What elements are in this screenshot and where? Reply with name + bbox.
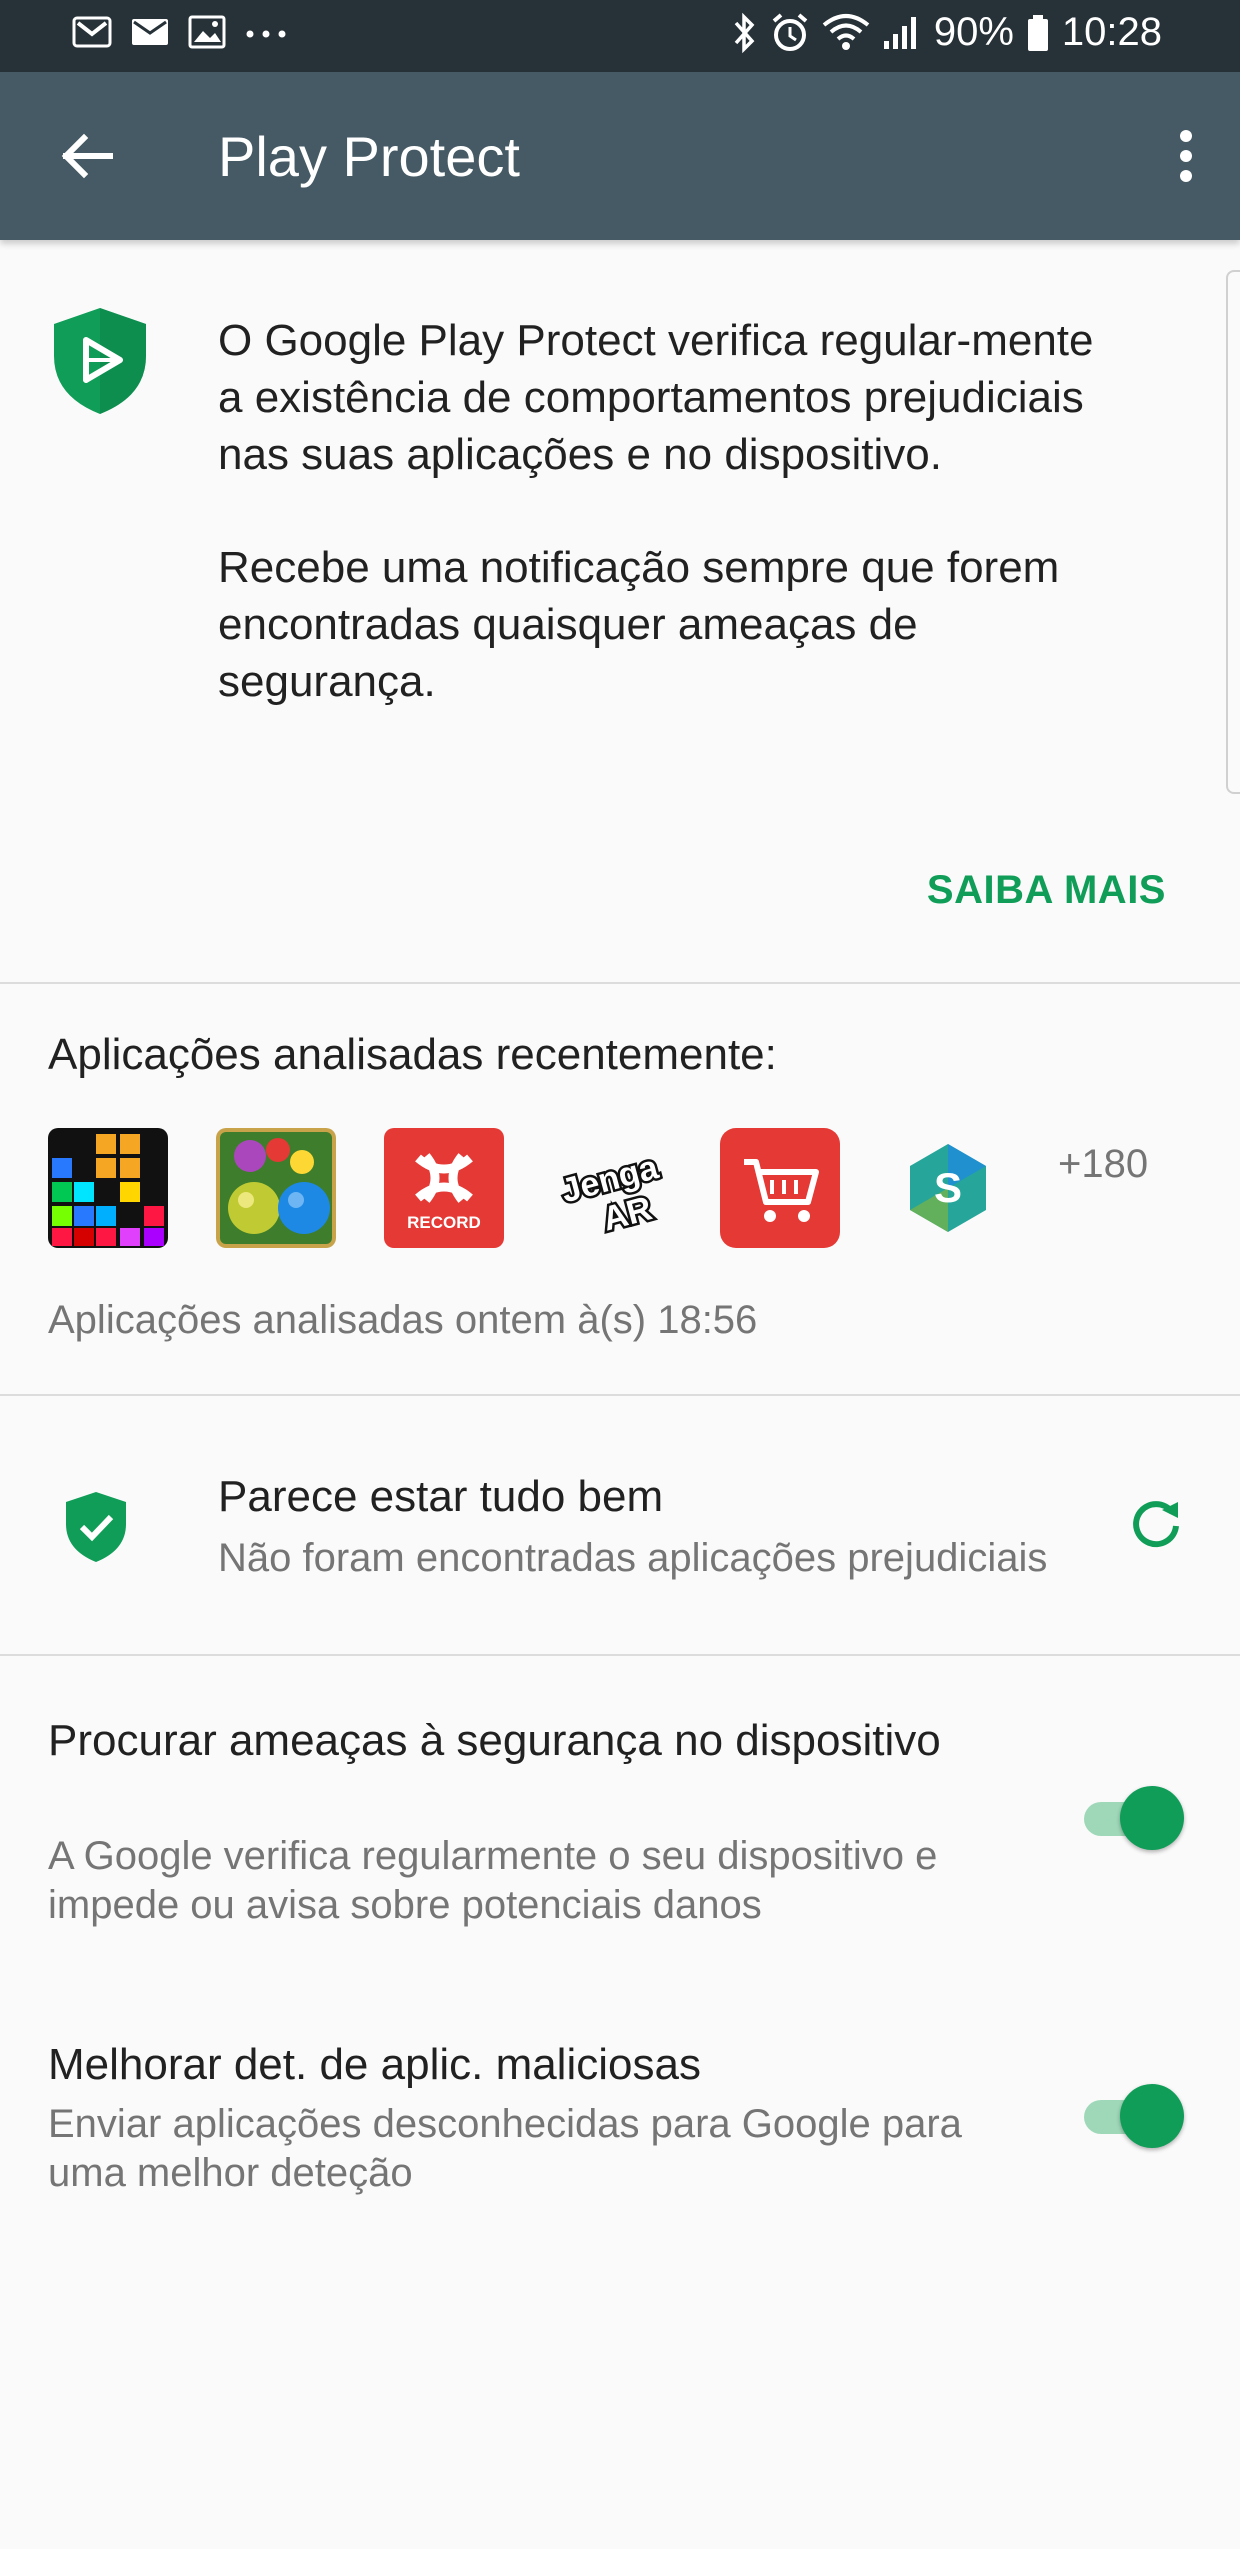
- record-app-label: RECORD: [407, 1213, 481, 1232]
- divider: [0, 1654, 1240, 1656]
- page-title: Play Protect: [218, 125, 520, 188]
- refresh-icon: [1133, 1501, 1179, 1548]
- s-app-label: S: [934, 1164, 962, 1211]
- intro-description: O Google Play Protect verifica regular-m…: [218, 312, 1098, 766]
- status-subtitle: Não foram encontradas aplicações prejudi…: [218, 1536, 1048, 1580]
- shield-check-icon: [62, 1490, 130, 1569]
- scan-device-toggle[interactable]: [1084, 1786, 1184, 1850]
- setting-improve-detection-title: Melhorar det. de aplic. maliciosas: [48, 2040, 701, 2089]
- alarm-icon: [770, 11, 810, 55]
- battery-percent: 90%: [933, 10, 1014, 54]
- app-bar: Play Protect: [0, 72, 1240, 240]
- gallery-icon: [188, 14, 226, 50]
- learn-more-button[interactable]: SAIBA MAIS: [927, 868, 1166, 913]
- s-hexagon-app-icon[interactable]: S: [888, 1128, 1008, 1248]
- intro-paragraph-2: Recebe uma notificação sempre que forem …: [218, 543, 1060, 706]
- shopping-cart-app-icon[interactable]: [720, 1128, 840, 1248]
- refresh-button[interactable]: [1126, 1494, 1186, 1554]
- recent-apps-heading: Aplicações analisadas recentemente:: [48, 1030, 777, 1079]
- more-vert-icon: [1180, 130, 1192, 182]
- wifi-icon: [822, 11, 870, 55]
- back-button[interactable]: [48, 116, 128, 196]
- marble-game-app-icon[interactable]: [216, 1128, 336, 1248]
- divider: [0, 982, 1240, 984]
- scroll-indicator: [1226, 270, 1240, 794]
- more-dots-icon: [244, 14, 288, 50]
- intro-paragraph-1: O Google Play Protect verifica regular-m…: [218, 316, 1094, 479]
- bluetooth-icon: [730, 11, 758, 55]
- scan-timestamp: Aplicações analisadas ontem à(s) 18:56: [48, 1298, 758, 1342]
- play-protect-shield-icon: [48, 304, 152, 423]
- jenga-ar-app-icon[interactable]: Jenga AR: [552, 1128, 672, 1248]
- block-puzzle-app-icon[interactable]: [48, 1128, 168, 1248]
- improve-detection-toggle[interactable]: [1084, 2084, 1184, 2148]
- setting-improve-detection-desc: Enviar aplicações desconhecidas para Goo…: [48, 2102, 962, 2195]
- setting-scan-device-desc: A Google verifica regularmente o seu dis…: [48, 1834, 938, 1927]
- toggle-thumb: [1120, 1786, 1184, 1850]
- gmail-icon: [72, 14, 112, 50]
- under-armour-record-app-icon[interactable]: RECORD: [384, 1128, 504, 1248]
- battery-icon: [1026, 11, 1050, 55]
- arrow-back-icon: [61, 133, 113, 179]
- signal-icon: [882, 11, 922, 55]
- email-icon: [130, 14, 170, 50]
- status-bar: 90% 10:28: [0, 0, 1240, 72]
- divider: [0, 1394, 1240, 1396]
- status-title: Parece estar tudo bem: [218, 1472, 664, 1521]
- toggle-thumb: [1120, 2084, 1184, 2148]
- clock: 10:28: [1061, 10, 1162, 54]
- more-apps-count: +180: [1058, 1142, 1149, 1186]
- setting-scan-device-title: Procurar ameaças à segurança no disposit…: [48, 1716, 941, 1765]
- overflow-menu-button[interactable]: [1156, 116, 1216, 196]
